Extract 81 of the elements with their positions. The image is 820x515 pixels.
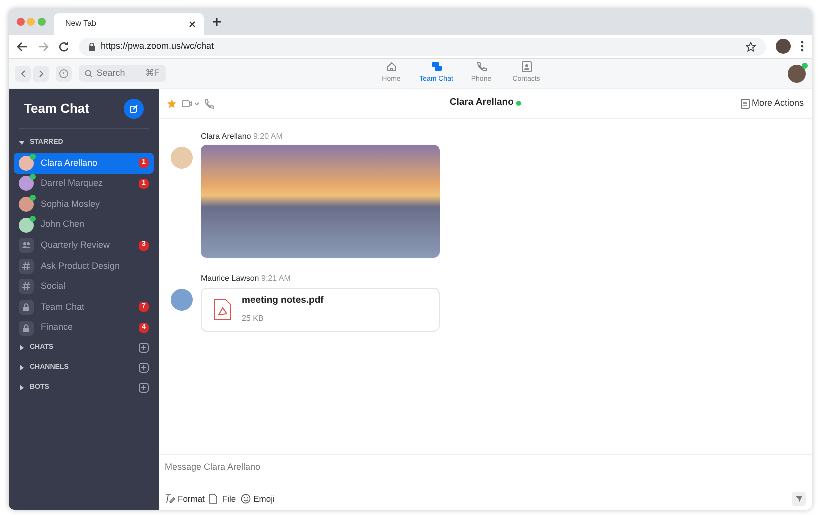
- chat-icon: [430, 61, 442, 74]
- user-avatar[interactable]: [788, 64, 806, 82]
- send-button[interactable]: [792, 492, 806, 506]
- add-icon[interactable]: [139, 343, 149, 354]
- search-icon: [84, 70, 93, 78]
- caret-down-icon: [19, 140, 25, 146]
- message-input[interactable]: Message Clara Arellano: [165, 461, 365, 474]
- more-actions-button[interactable]: More Actions: [740, 96, 804, 110]
- caret-right-icon: [19, 385, 25, 392]
- sender-name: Maurice Lawson: [201, 273, 260, 286]
- lock-icon: [22, 302, 31, 312]
- sidebar-item[interactable]: Ask Product Design: [14, 256, 154, 277]
- phone-icon: [476, 61, 488, 74]
- lock-icon: [22, 324, 31, 333]
- item-name: John Chen: [41, 218, 85, 232]
- file-size: 25 KB: [242, 312, 265, 325]
- chevron-right-icon: [38, 70, 44, 78]
- item-name: Clara Arellano: [41, 156, 98, 170]
- sidebar-title: Team Chat: [24, 100, 90, 118]
- caret-right-icon: [19, 365, 25, 372]
- file-card[interactable]: meeting notes.pdf 25 KB: [201, 288, 440, 332]
- forward-button[interactable]: [33, 66, 50, 82]
- phone-icon[interactable]: [204, 98, 214, 108]
- menu-icon[interactable]: [801, 41, 804, 52]
- star-icon[interactable]: [746, 42, 756, 52]
- caret-right-icon: [19, 345, 25, 352]
- pen-icon: [165, 494, 175, 504]
- hash-icon: [22, 282, 31, 292]
- composer-tool[interactable]: Emoji: [240, 492, 275, 506]
- hash-icon: [22, 262, 31, 271]
- list-icon: [740, 98, 750, 108]
- clock-icon: [59, 68, 69, 78]
- sidebar-item[interactable]: Social: [14, 276, 154, 298]
- message-time: 9:20 AM: [254, 131, 283, 143]
- sender-name: Clara Arellano: [201, 131, 252, 143]
- send-icon: [795, 495, 803, 503]
- compose-icon: [130, 104, 138, 112]
- item-name: Social: [41, 280, 66, 294]
- home-icon: [386, 61, 398, 74]
- pdf-file-icon: [214, 298, 232, 320]
- avatar: [171, 147, 193, 169]
- item-name: Ask Product Design: [41, 260, 120, 273]
- item-name: Sophia Mosley: [41, 198, 100, 211]
- tab-title: New Tab: [66, 18, 96, 30]
- composer-tool[interactable]: File: [209, 492, 236, 506]
- history-button[interactable]: [56, 66, 72, 82]
- profile-avatar[interactable]: [776, 39, 791, 54]
- new-tab-icon[interactable]: [212, 17, 222, 27]
- item-name: Team Chat: [41, 300, 85, 314]
- forward-icon[interactable]: [38, 42, 49, 52]
- browser-tab[interactable]: New Tab: [54, 13, 204, 35]
- smiley-icon: [240, 494, 251, 504]
- message-time: 9:21 AM: [262, 273, 291, 286]
- chevron-left-icon: [20, 70, 26, 78]
- group-icon: [22, 241, 31, 250]
- lock-icon: [89, 42, 95, 50]
- contacts-icon: [520, 61, 532, 74]
- avatar: [171, 289, 193, 312]
- item-name: Darrel Marquez: [41, 177, 104, 190]
- address-bar[interactable]: https://pwa.zoom.us/wc/chat: [79, 38, 766, 56]
- shortcut-hint: ⌘F: [145, 66, 160, 80]
- file-name: meeting notes.pdf: [242, 294, 324, 308]
- add-icon[interactable]: [139, 383, 149, 394]
- add-icon[interactable]: [139, 363, 149, 374]
- back-icon[interactable]: [17, 42, 28, 52]
- item-name: Finance: [41, 321, 74, 334]
- back-button[interactable]: [15, 66, 31, 82]
- file-icon: [209, 494, 220, 504]
- video-icon[interactable]: [182, 100, 200, 108]
- compose-button[interactable]: [124, 98, 144, 118]
- sidebar-item[interactable]: John Chen: [14, 214, 154, 236]
- chat-title: Clara Arellano: [450, 96, 514, 110]
- url-text: https://pwa.zoom.us/wc/chat: [101, 40, 214, 53]
- reload-icon[interactable]: [59, 42, 69, 52]
- item-name: Quarterly Review: [41, 238, 110, 252]
- close-icon[interactable]: [188, 20, 196, 28]
- search-field[interactable]: Search ⌘F: [78, 65, 166, 82]
- search-placeholder: Search: [96, 66, 126, 80]
- star-icon[interactable]: [167, 98, 177, 108]
- composer-tool[interactable]: Format: [165, 492, 205, 506]
- sidebar-item[interactable]: Sophia Mosley: [14, 194, 154, 215]
